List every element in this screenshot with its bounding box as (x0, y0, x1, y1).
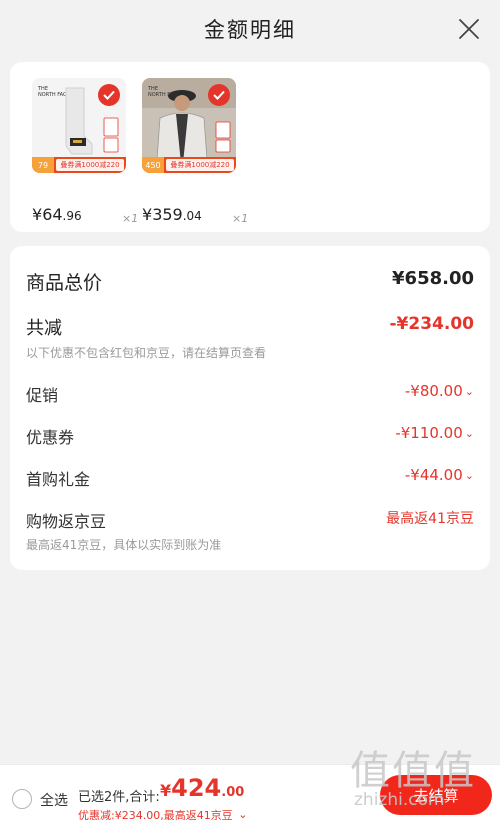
total-decimal: .00 (221, 785, 245, 800)
chevron-down-icon[interactable]: ⌄ (465, 469, 474, 482)
first-gift-value-wrap: -¥44.00 ⌄ (405, 466, 474, 484)
checkout-button[interactable]: 去结算 (380, 775, 492, 815)
price-symbol: ¥ (32, 205, 43, 224)
product-item-jacket[interactable]: THE NORTH FACE 450 叠券满1000减220 ¥359.04 ×… (142, 78, 248, 225)
price-decimal: .96 (62, 209, 82, 223)
total-amount: ¥424.00 (160, 774, 244, 802)
selected-summary: 已选2件,合计: (78, 790, 160, 805)
chevron-down-icon[interactable]: ⌄ (465, 385, 474, 398)
svg-text:NORTH FACE: NORTH FACE (38, 92, 70, 98)
select-all-label[interactable]: 全选 (40, 790, 68, 810)
select-all-radio[interactable] (12, 789, 32, 809)
product-price: ¥359.04 (142, 205, 202, 224)
goods-total-value: ¥658.00 (392, 268, 474, 289)
sheet-title: 金额明细 (204, 18, 296, 42)
coupon-label: 优惠券 (26, 428, 75, 447)
discount-summary[interactable]: 优惠减:¥234.00,最高返41京豆 ⌄ (78, 807, 247, 820)
price-integer: 64 (42, 205, 63, 224)
checkout-bar: 全选 已选2件,合计: ¥424.00 优惠减:¥234.00,最高返41京豆 … (0, 764, 500, 820)
bean-return-value: 最高返41京豆 (386, 511, 474, 527)
first-gift-label: 首购礼金 (26, 470, 91, 489)
promotion-value-wrap: -¥80.00 ⌄ (405, 382, 474, 400)
promotion-label: 促销 (26, 386, 59, 405)
product-list-card: THE NORTH FACE 79 叠券满1000减220 ¥64.96 ×1 (10, 62, 490, 232)
coupon-value-wrap: -¥110.00 ⌄ (395, 424, 474, 442)
promo-text: 叠券满1000减220 (166, 159, 234, 171)
svg-text:NORTH FACE: NORTH FACE (148, 92, 180, 98)
total-integer: 424 (171, 774, 222, 802)
price-decimal: .04 (182, 209, 202, 223)
coupon-value: -¥110.00 (395, 424, 463, 442)
price-symbol: ¥ (142, 205, 153, 224)
total-symbol: ¥ (160, 781, 172, 800)
bean-return-note: 最高返41京豆，具体以实际到账为准 (26, 538, 222, 552)
selected-check-icon[interactable] (98, 84, 120, 106)
amount-detail-sheet: 金额明细 THE NORTH FACE 79 叠券满1000减220 ¥64.9… (0, 0, 500, 820)
sheet-header: 金额明细 (0, 0, 500, 60)
goods-total-label: 商品总价 (26, 272, 103, 294)
chevron-down-icon[interactable]: ⌄ (465, 427, 474, 440)
selected-check-icon[interactable] (208, 84, 230, 106)
chevron-down-icon[interactable]: ⌄ (238, 808, 247, 820)
promotion-value: -¥80.00 (404, 382, 463, 400)
close-icon[interactable] (458, 18, 480, 40)
discount-summary-text: 优惠减:¥234.00,最高返41京豆 (78, 809, 233, 820)
price-integer: 359 (152, 205, 183, 224)
product-thumbnail-jacket[interactable]: THE NORTH FACE 450 叠券满1000减220 (142, 78, 236, 173)
promo-strip: 450 叠券满1000减220 (142, 157, 236, 173)
price-detail-card: 商品总价 ¥658.00 共减 -¥234.00 以下优惠不包含红包和京豆，请在… (10, 246, 490, 570)
promo-text: 叠券满1000减220 (56, 159, 124, 171)
bean-return-label: 购物返京豆 (26, 512, 107, 531)
first-gift-value: -¥44.00 (404, 466, 463, 484)
promo-strip: 79 叠券满1000减220 (32, 157, 126, 173)
promo-price: 450 (142, 157, 164, 173)
promo-price: 79 (32, 157, 54, 173)
product-quantity: ×1 (232, 212, 249, 225)
total-reduce-label: 共减 (26, 318, 62, 339)
product-thumbnail-socks[interactable]: THE NORTH FACE 79 叠券满1000减220 (32, 78, 126, 173)
product-quantity: ×1 (122, 212, 139, 225)
reduce-note: 以下优惠不包含红包和京豆，请在结算页查看 (26, 346, 267, 360)
total-reduce-value: -¥234.00 (389, 314, 475, 334)
product-item-socks[interactable]: THE NORTH FACE 79 叠券满1000减220 ¥64.96 ×1 (32, 78, 138, 225)
product-price: ¥64.96 (32, 205, 82, 224)
